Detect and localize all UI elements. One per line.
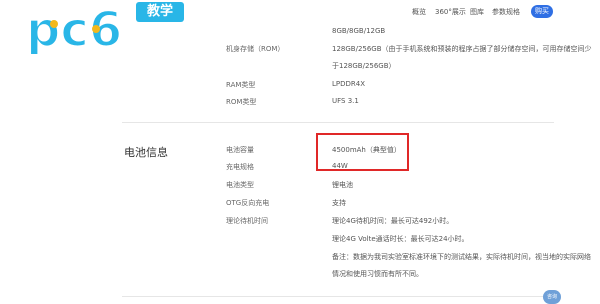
logo-dot [92, 25, 100, 33]
nav-link-360[interactable]: 360°展示 [435, 7, 466, 17]
memory-value: 8GB/8GB/12GB [332, 27, 386, 35]
note-line1: 备注：数据为我司实验室标准环境下的测试结果，实际待机时间，视当地的实际网络 [332, 253, 591, 261]
ram-type-value: LPDDR4X [332, 80, 366, 88]
rom-type-label: ROM类型 [226, 98, 257, 106]
logo-dot [50, 20, 58, 28]
charging-spec-label: 充电规格 [226, 163, 254, 171]
nav-link-specs[interactable]: 参数规格 [492, 7, 520, 17]
rom-value-line2: 于128GB/256GB） [332, 62, 396, 70]
otg-value: 支持 [332, 199, 346, 207]
section-divider [122, 122, 554, 123]
rom-type-value: UFS 3.1 [332, 97, 359, 105]
ram-type-label: RAM类型 [226, 81, 256, 89]
standby-value: 理论4G待机时间：最长可达492小时。 [332, 217, 454, 225]
rom-label: 机身存储（ROM） [226, 45, 285, 53]
volte-value: 理论4G Volte通话时长：最长可达24小时。 [332, 235, 469, 243]
otg-label: OTG反向充电 [226, 199, 270, 207]
battery-capacity-label: 电池容量 [226, 146, 254, 154]
standby-label: 理论待机时间 [226, 217, 268, 225]
logo-badge: 教学 [136, 2, 184, 22]
pc6-logo: pc6 教学 [24, 1, 184, 59]
nav-link-gallery[interactable]: 图库 [470, 7, 484, 17]
buy-button[interactable]: 购买 [531, 5, 553, 18]
logo-brand-text: pc6 [26, 2, 122, 54]
highlight-box [316, 133, 409, 171]
rom-value-line1: 128GB/256GB（由于手机系统和预装的程序占据了部分储存空间，可用存储空间… [332, 45, 592, 53]
battery-section-title: 电池信息 [124, 146, 168, 159]
section-divider [122, 296, 554, 297]
note-line2: 情况和使用习惯而有所不同。 [332, 270, 423, 278]
battery-type-label: 电池类型 [226, 181, 254, 189]
battery-type-value: 锂电池 [332, 181, 353, 189]
consult-button[interactable]: 咨询 [543, 290, 561, 304]
nav-link-overview[interactable]: 概览 [412, 7, 426, 17]
pc6-logo-mark: pc6 [25, 1, 123, 59]
